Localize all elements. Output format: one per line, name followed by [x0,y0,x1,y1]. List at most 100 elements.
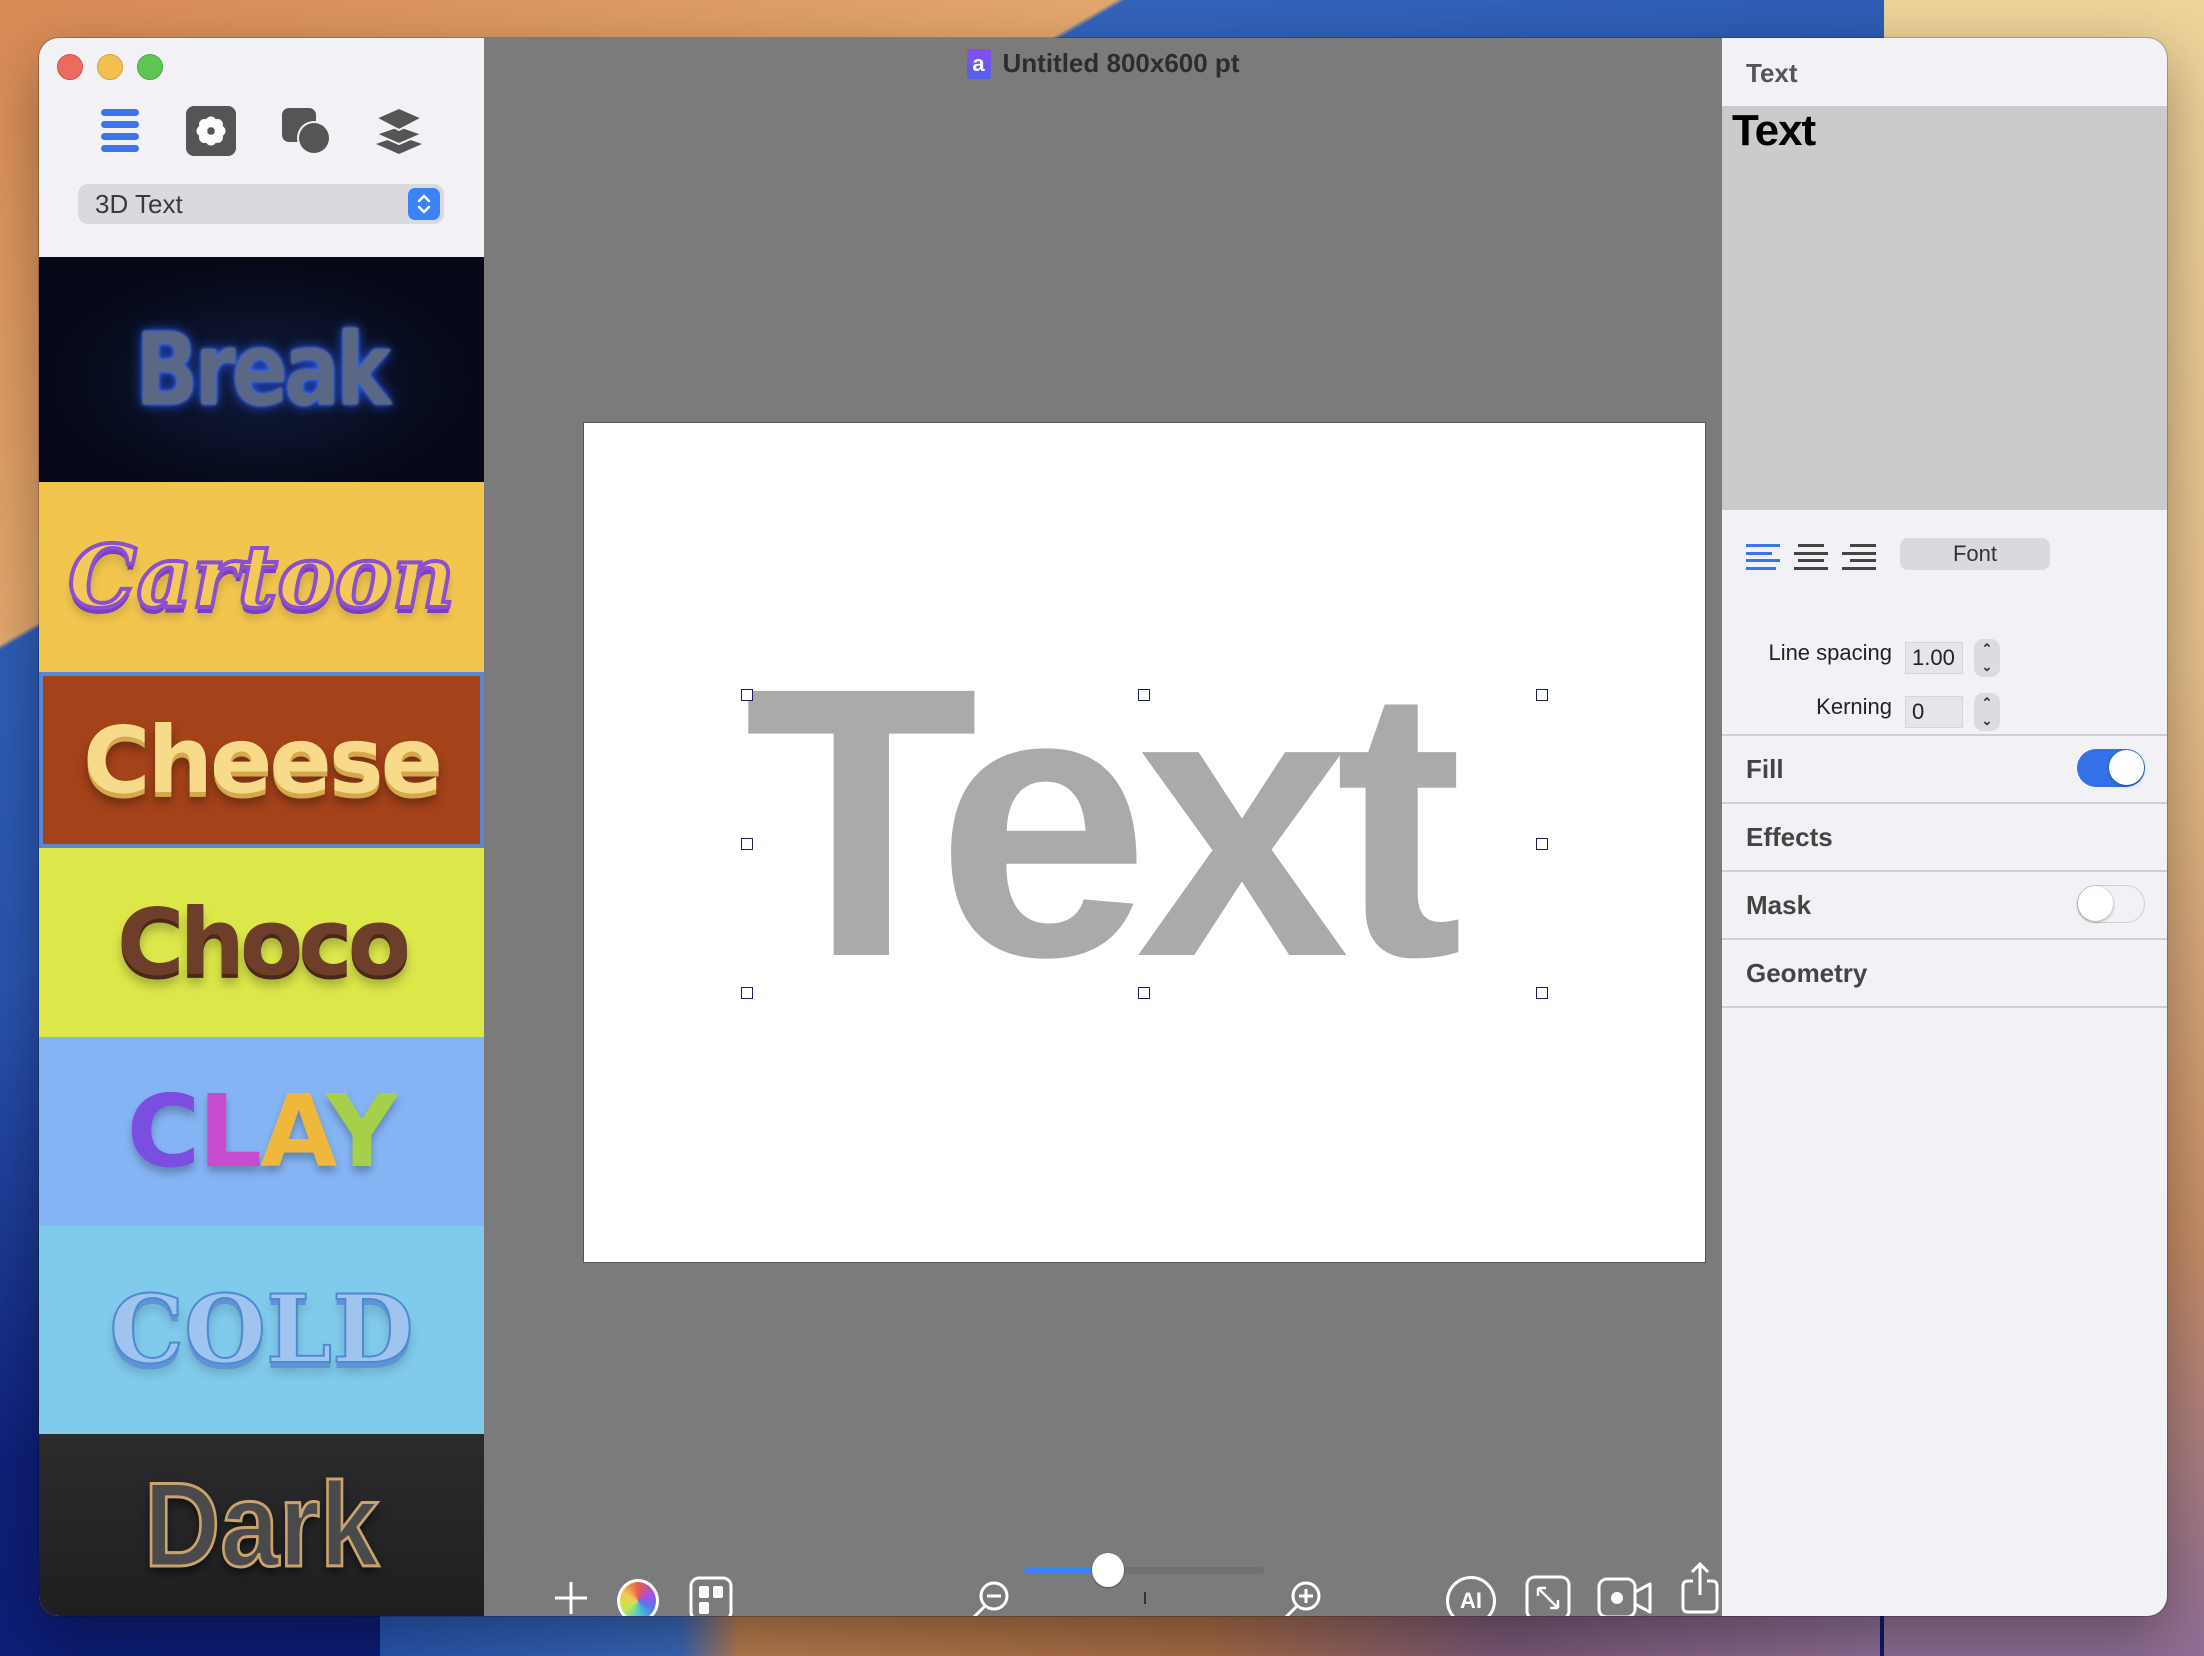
grid-icon [689,1576,733,1616]
line-spacing-field[interactable]: 1.00 [1905,642,1963,674]
layers-icon [374,106,424,154]
style-item-cheese[interactable]: Cheese [39,672,484,848]
resize-icon [1525,1575,1571,1616]
resize-handle-bottom-left[interactable] [741,987,753,999]
app-window: 3D Text Break Cartoon Cheese Choco CLAY … [39,38,2167,1616]
clay-letter: Y [325,1073,398,1190]
style-item-dark[interactable]: Dark [39,1434,484,1616]
zoom-out-icon [972,1581,1009,1616]
canvas-area: a Untitled 800x600 pt Text AI [484,38,1722,1616]
style-item-label: Choco [117,889,411,996]
section-label: Effects [1746,822,1833,852]
align-right-button[interactable] [1842,544,1876,570]
canvas-text-object[interactable]: Text [744,631,1544,1015]
clay-letter: C [126,1073,200,1190]
resize-handle-top[interactable] [1138,689,1150,701]
section-label: Mask [1746,890,1812,920]
resize-handle-right[interactable] [1536,838,1548,850]
zoom-slider-knob[interactable] [1092,1553,1124,1587]
document-icon: a [966,48,991,79]
align-left-button[interactable] [1746,544,1780,570]
toggle-knob [2109,750,2144,785]
ai-label: AI [1460,1588,1482,1613]
zoom-slider-tick [1144,1592,1146,1604]
zoom-slider[interactable] [1024,1553,1264,1587]
style-item-choco[interactable]: Choco [39,848,484,1037]
category-select-value: 3D Text [95,188,183,219]
style-item-label: Dark [143,1457,380,1594]
chevron-down-icon[interactable]: ⌄ [1982,659,1993,675]
style-item-label: COLD [108,1274,414,1386]
list-icon [101,109,139,152]
style-item-label: CLAY [126,1073,398,1190]
category-select[interactable]: 3D Text [78,184,444,224]
window-title-text: Untitled 800x600 pt [1002,48,1240,78]
resize-handle-top-left[interactable] [741,689,753,701]
style-item-break[interactable]: Break [39,257,484,482]
resize-handle-top-right[interactable] [1536,689,1548,701]
section-mask[interactable]: Mask [1722,870,2167,937]
tool-list-button[interactable] [95,106,145,156]
text-editor[interactable]: Text [1722,106,2167,510]
section-label: Fill [1746,754,1784,784]
style-item-cold[interactable]: COLD [39,1226,484,1434]
minimize-window-button[interactable] [97,54,123,80]
chevron-down-icon[interactable]: ⌄ [1982,713,1993,729]
line-spacing-stepper[interactable]: ⌃ ⌄ [1974,639,2000,677]
chevron-up-down-icon [408,188,440,220]
zoom-out-button[interactable] [964,1576,1014,1616]
style-item-label: Cartoon [66,525,456,630]
tool-effects-button[interactable] [186,106,236,156]
inspector-panel: Text Text Font Line spacing 1.00 ⌃ ⌄ Ker… [1722,38,2167,1616]
ai-button[interactable]: AI [1444,1574,1498,1616]
chevron-up-icon[interactable]: ⌃ [1982,695,1993,711]
section-label: Geometry [1746,958,1868,988]
style-item-clay[interactable]: CLAY [39,1037,484,1226]
resize-button[interactable] [1524,1574,1572,1616]
sidebar: 3D Text Break Cartoon Cheese Choco CLAY … [39,38,484,1616]
clay-letter: A [259,1073,328,1190]
color-wheel-icon [617,1579,659,1616]
section-geometry[interactable]: Geometry [1722,938,2167,1005]
templates-button[interactable] [688,1576,734,1616]
tool-layers-button[interactable] [374,106,424,156]
tool-shapes-button[interactable] [282,106,332,156]
add-button[interactable] [551,1578,591,1616]
document-canvas[interactable]: Text [584,423,1705,1262]
shapes-icon [282,108,331,155]
align-center-button[interactable] [1794,544,1828,570]
style-item-label: Cheese [83,706,443,814]
section-divider [1722,1006,2167,1008]
flower-gear-icon [186,106,236,156]
style-item-cartoon[interactable]: Cartoon [39,482,484,672]
font-button[interactable]: Font [1900,538,2050,570]
line-spacing-label: Line spacing [1768,640,1892,665]
color-button[interactable] [614,1577,662,1616]
fill-toggle[interactable] [2077,749,2145,787]
close-window-button[interactable] [57,54,83,80]
style-item-label: Break [135,311,390,428]
resize-handle-bottom-right[interactable] [1536,987,1548,999]
style-list: Break Cartoon Cheese Choco CLAY COLD Dar… [39,257,484,1616]
kerning-field[interactable]: 0 [1905,696,1963,728]
chevron-up-icon[interactable]: ⌃ [1982,641,1993,657]
toggle-knob [2078,886,2113,921]
ai-icon: AI [1446,1576,1496,1616]
video-camera-icon [1597,1577,1652,1616]
resize-handle-left[interactable] [741,838,753,850]
zoom-in-button[interactable] [1276,1576,1326,1616]
inspector-title: Text [1746,58,1798,88]
alignment-group [1746,544,1876,570]
text-editor-content[interactable]: Text [1732,106,1816,156]
section-fill[interactable]: Fill [1722,734,2167,801]
mask-toggle[interactable] [2077,885,2145,923]
share-icon [1681,1561,1719,1614]
zoom-in-icon [1284,1581,1321,1616]
kerning-stepper[interactable]: ⌃ ⌄ [1974,693,2000,731]
share-button[interactable] [1678,1560,1722,1616]
record-button[interactable] [1596,1574,1654,1616]
resize-handle-bottom[interactable] [1138,987,1150,999]
window-title: a Untitled 800x600 pt [484,48,1722,79]
zoom-window-button[interactable] [137,54,163,80]
section-effects[interactable]: Effects [1722,802,2167,869]
